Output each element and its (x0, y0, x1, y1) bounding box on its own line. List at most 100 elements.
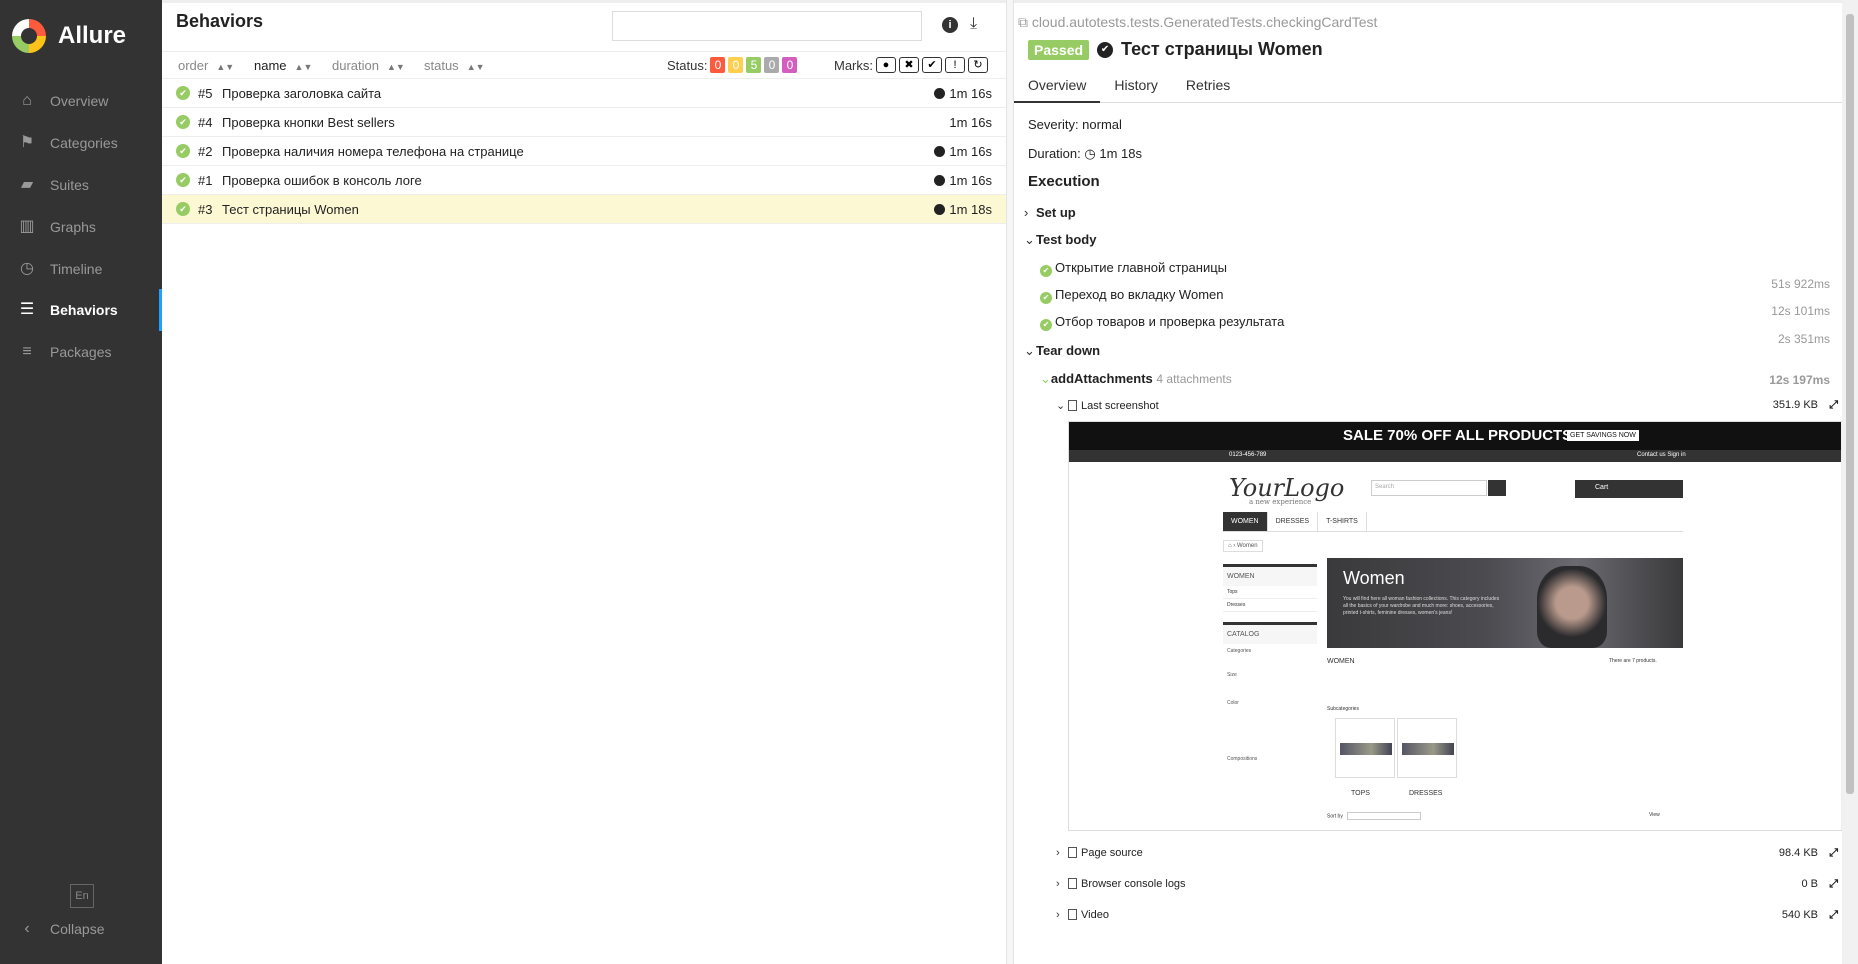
sidebar-item-behaviors[interactable]: ☰ Behaviors (0, 289, 162, 331)
sidebar-item-suites[interactable]: ▰ Suites (0, 164, 162, 206)
shop-breadcrumb-label: Women (1236, 543, 1258, 549)
sort-duration[interactable]: duration ▲▼ (332, 58, 405, 73)
test-body-section[interactable]: ⌄Test body (1024, 232, 1096, 248)
video-file-icon (1068, 909, 1077, 920)
test-duration: 1m 16s (934, 173, 992, 188)
step-name: Переход во вкладку Women (1055, 287, 1224, 302)
retries-mark-icon[interactable]: ↻ (968, 57, 988, 73)
table-row[interactable]: ✔ #2 Проверка наличия номера телефона на… (162, 137, 1006, 166)
step-duration: 51s 922ms (1771, 277, 1830, 291)
info-icon[interactable]: i (942, 17, 958, 33)
sidebar-item-graphs[interactable]: ▥ Graphs (0, 206, 162, 248)
app-logo[interactable]: Allure (12, 18, 126, 54)
test-detail-pane: ⧉ cloud.autotests.tests.GeneratedTests.c… (1014, 0, 1848, 964)
step-row[interactable]: ✔ Отбор товаров и проверка результата 12s… (1040, 304, 1830, 346)
test-name: Проверка наличия номера телефона на стра… (222, 144, 524, 159)
attachment-size: 351.9 KB (1772, 399, 1818, 411)
execution-heading: Execution (1028, 173, 1100, 190)
tab-history[interactable]: History (1100, 71, 1172, 103)
new-failed-mark-icon[interactable]: ✖ (899, 57, 919, 73)
text-file-icon (1068, 878, 1077, 889)
status-filter-label: Status: (667, 57, 708, 73)
sidebar-item-timeline[interactable]: ◷ Timeline (0, 248, 162, 290)
collapse-button[interactable]: ‹ Collapse (0, 908, 162, 950)
status-skipped-toggle[interactable]: 0 (764, 57, 780, 73)
attachments-count: 4 attachments (1156, 372, 1232, 386)
step-name: Открытие главной страницы (1055, 260, 1227, 275)
add-attachments-step[interactable]: ⌄addAttachments 4 attachments 12s 197ms (1040, 371, 1830, 387)
shop-breadcrumb: ⌂ › Women (1223, 540, 1263, 552)
list-icon: ☰ (19, 301, 35, 318)
chevron-right-icon: › (1056, 878, 1060, 890)
expand-icon[interactable]: ⤢ (1829, 878, 1838, 891)
sidebar-item-overview[interactable]: ⌂ Overview (0, 80, 162, 122)
table-row[interactable]: ✔ #5 Проверка заголовка сайта 1m 16s (162, 79, 1006, 108)
sidebar: Allure ⌂ Overview ⚑ Categories ▰ Suites … (0, 0, 162, 964)
image-file-icon (1068, 400, 1077, 411)
new-passed-mark-icon[interactable]: ✔ (922, 57, 942, 73)
step-row[interactable]: ✔ Переход во вкладку Women 51s 922ms (1040, 277, 1830, 304)
contact-signin: Contact us Sign in (1637, 452, 1686, 458)
test-full-path[interactable]: ⧉ cloud.autotests.tests.GeneratedTests.c… (1018, 14, 1377, 31)
scroll-thumb[interactable] (1846, 14, 1854, 794)
expand-icon[interactable]: ⤢ (1829, 909, 1838, 922)
expand-icon[interactable]: ⤢ (1829, 399, 1838, 412)
attachment-name: Page source (1081, 847, 1143, 859)
subcategory-tops: TOPS (1351, 790, 1370, 797)
attachment-size: 0 B (1801, 878, 1818, 890)
tab-overview[interactable]: Overview (1014, 71, 1101, 103)
language-switch[interactable]: En (70, 884, 94, 908)
attachment-row[interactable]: › Video 540 KB ⤢ (1056, 909, 1838, 929)
new-broken-mark-icon[interactable]: ! (945, 57, 965, 73)
attachment-row[interactable]: › Browser console logs 0 B ⤢ (1056, 878, 1838, 898)
tab-retries[interactable]: Retries (1172, 71, 1244, 103)
duration-label: Duration: (1028, 146, 1081, 161)
status-broken-toggle[interactable]: 0 (728, 57, 744, 73)
flaky-mark-icon[interactable]: ● (876, 57, 896, 73)
shop-sortby: Sort by (1327, 812, 1421, 820)
detail-tabs: Overview History Retries (1014, 71, 1842, 103)
model-photo (1537, 566, 1607, 648)
promo-banner: SALE 70% OFF ALL PRODUCTS GET SAVINGS NO… (1069, 422, 1847, 450)
attachment-row[interactable]: ⌄ Last screenshot 351.9 KB ⤢ (1056, 399, 1838, 419)
status-failed-toggle[interactable]: 0 (710, 57, 726, 73)
clock-icon: ◷ (1084, 146, 1096, 161)
flag-icon: ⚑ (19, 134, 35, 151)
test-duration-value: 1m 16s (949, 86, 992, 101)
shop-filter-label: Color (1227, 700, 1239, 706)
screenshot-preview[interactable]: SALE 70% OFF ALL PRODUCTS GET SAVINGS NO… (1068, 421, 1848, 831)
sort-order[interactable]: order ▲▼ (178, 58, 234, 73)
attachment-row[interactable]: › Page source 98.4 KB ⤢ (1056, 847, 1838, 867)
teardown-section[interactable]: ⌄Tear down (1024, 343, 1100, 359)
product-count: There are 7 products. (1609, 658, 1657, 664)
search-input[interactable] (612, 11, 922, 41)
pane-splitter[interactable] (1006, 0, 1014, 964)
table-row[interactable]: ✔ #1 Проверка ошибок в консоль логе 1m 1… (162, 166, 1006, 195)
sidebar-item-categories[interactable]: ⚑ Categories (0, 122, 162, 164)
sort-name[interactable]: name ▲▼ (254, 58, 312, 73)
status-passed-toggle[interactable]: 5 (746, 57, 762, 73)
expand-icon[interactable]: ⤢ (1829, 847, 1838, 860)
step-row[interactable]: ✔ Открытие главной страницы (1040, 260, 1830, 277)
clock-icon (934, 204, 946, 215)
detail-scrollbar[interactable] (1842, 0, 1858, 964)
table-row[interactable]: ✔ #4 Проверка кнопки Best sellers 1m 16s (162, 108, 1006, 137)
table-row-selected[interactable]: ✔ #3 Тест страницы Women 1m 18s (162, 195, 1006, 224)
sidebar-item-packages[interactable]: ≡ Packages (0, 331, 162, 373)
shop-left-item: Dresses (1223, 599, 1317, 612)
test-name: Проверка кнопки Best sellers (222, 115, 395, 130)
step-duration: 12s 101ms (1771, 304, 1830, 318)
download-icon[interactable]: ⤓ (970, 15, 988, 35)
passed-icon: ✔ (1040, 319, 1052, 331)
collapse-label: Collapse (50, 921, 105, 937)
test-name: Проверка ошибок в консоль логе (222, 173, 422, 188)
shop-catalog-head: CATALOG (1223, 622, 1317, 644)
sort-status-label: status (424, 58, 459, 73)
subcategory-tops-image (1335, 718, 1395, 778)
copy-icon[interactable]: ⧉ (1018, 14, 1028, 30)
attachment-name: Video (1081, 909, 1109, 921)
setup-section[interactable]: › Set up (1024, 205, 1076, 220)
sort-status[interactable]: status ▲▼ (424, 58, 485, 73)
status-unknown-toggle[interactable]: 0 (782, 57, 798, 73)
step-duration: 12s 197ms (1769, 373, 1830, 387)
